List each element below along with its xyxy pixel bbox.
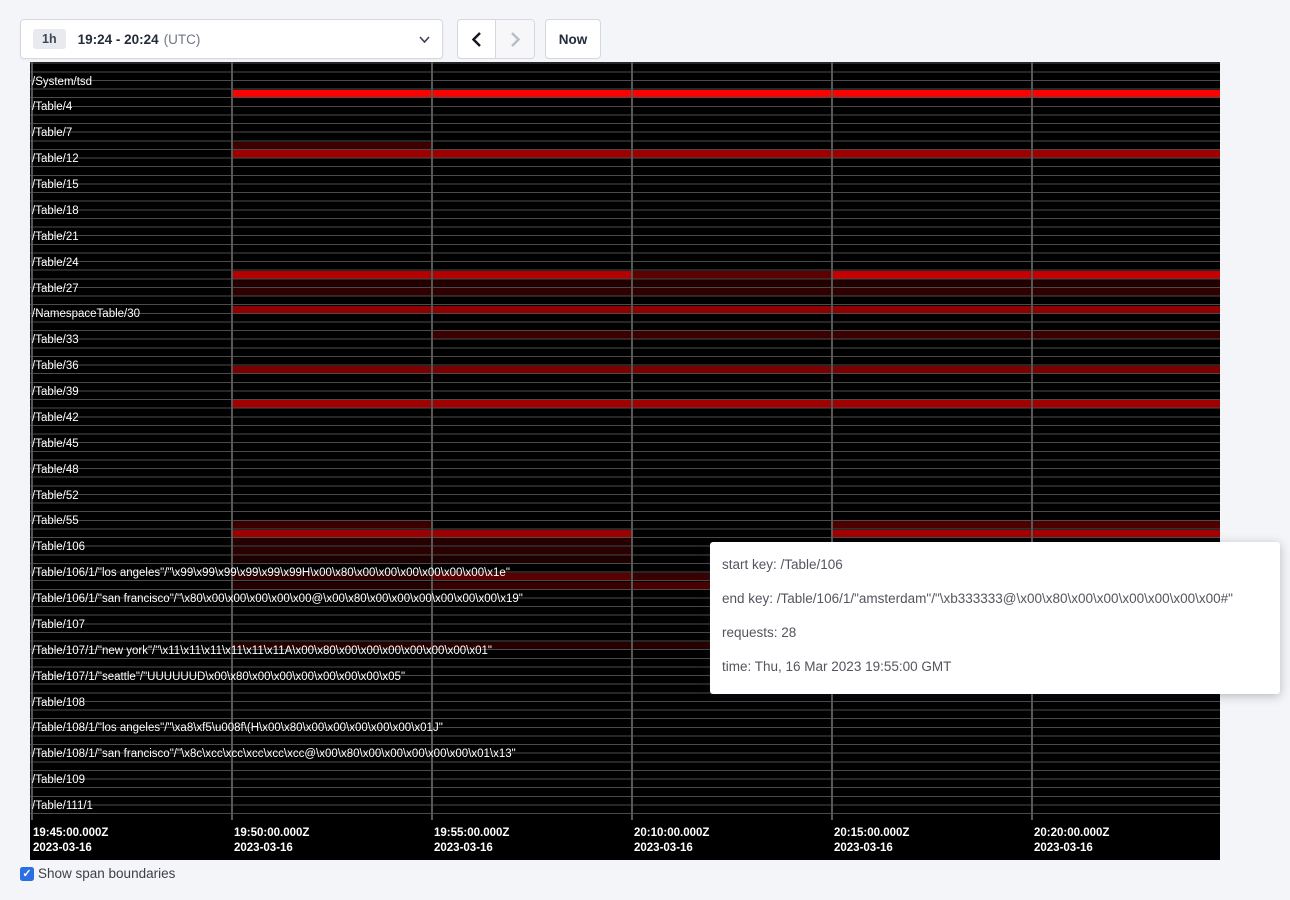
x-axis-tick: 19:50:00.000Z2023-03-16 xyxy=(234,826,309,856)
now-button[interactable]: Now xyxy=(545,19,601,59)
x-axis-tick-time: 20:20:00.000Z xyxy=(1034,826,1109,841)
span-key-label: /Table/111/1 xyxy=(32,800,93,813)
heatmap-band[interactable] xyxy=(231,142,431,150)
span-key-label: /Table/12 xyxy=(32,153,79,166)
heatmap-band[interactable] xyxy=(831,271,1220,279)
x-axis-tick: 20:15:00.000Z2023-03-16 xyxy=(834,826,909,856)
heatmap-band[interactable] xyxy=(431,331,1220,339)
span-key-label: /Table/24 xyxy=(32,257,79,270)
column-boundary-line xyxy=(831,62,833,820)
span-key-label: /Table/15 xyxy=(32,179,79,192)
span-tooltip: start key: /Table/106 end key: /Table/10… xyxy=(710,542,1280,694)
time-range-select[interactable]: 1h 19:24 - 20:24 (UTC) xyxy=(20,19,443,59)
span-key-label: /Table/107/1/"new york"/"\x11\x11\x11\x1… xyxy=(32,645,492,658)
heatmap-band[interactable] xyxy=(231,400,1220,408)
previous-interval-button[interactable] xyxy=(457,19,496,59)
tooltip-start-key: start key: /Table/106 xyxy=(722,557,1268,572)
span-key-label: /Table/33 xyxy=(32,334,79,347)
x-axis-tick-date: 2023-03-16 xyxy=(834,841,909,856)
chevron-down-icon xyxy=(419,36,430,43)
x-axis-tick: 19:45:00.000Z2023-03-16 xyxy=(33,826,108,856)
span-key-label: /Table/36 xyxy=(32,360,79,373)
span-key-label: /Table/18 xyxy=(32,205,79,218)
heatmap-band[interactable] xyxy=(231,582,431,590)
heatmap-horizontal-grid xyxy=(30,62,1220,816)
x-axis-tick-date: 2023-03-16 xyxy=(434,841,509,856)
heatmap-canvas[interactable]: /System/tsd/Table/4/Table/7/Table/12/Tab… xyxy=(30,62,1220,860)
time-range-zone: (UTC) xyxy=(164,32,201,47)
span-key-label: /Table/108 xyxy=(32,697,85,710)
x-axis-tick-time: 20:10:00.000Z xyxy=(634,826,709,841)
heatmap-band[interactable] xyxy=(631,573,710,581)
heatmap-band[interactable] xyxy=(231,280,1220,288)
span-key-label: /Table/7 xyxy=(32,127,72,140)
x-axis-tick: 20:20:00.000Z2023-03-16 xyxy=(1034,826,1109,856)
span-key-label: /Table/108/1/"san francisco"/"\x8c\xcc\x… xyxy=(32,748,516,761)
span-key-label: /Table/106 xyxy=(32,541,85,554)
chevron-left-icon xyxy=(472,32,481,47)
tooltip-end-key: end key: /Table/106/1/"amsterdam"/"\xb33… xyxy=(722,591,1268,606)
span-key-label: /Table/45 xyxy=(32,438,79,451)
heatmap-band[interactable] xyxy=(231,521,431,529)
heatmap-band[interactable] xyxy=(631,582,710,590)
heatmap-band[interactable] xyxy=(231,366,1220,374)
key-visualizer-page: 1h 19:24 - 20:24 (UTC) Now /System/tsd/T… xyxy=(0,0,1290,900)
span-key-label: /NamespaceTable/30 xyxy=(32,308,140,321)
column-boundary-line xyxy=(631,62,633,820)
show-span-boundaries-checkbox[interactable]: ✓ xyxy=(20,867,34,881)
span-key-label: /Table/48 xyxy=(32,464,79,477)
heatmap-band[interactable] xyxy=(231,150,1220,158)
span-key-label: /Table/55 xyxy=(32,515,79,528)
heatmap-band[interactable] xyxy=(231,306,1220,314)
tooltip-time: time: Thu, 16 Mar 2023 19:55:00 GMT xyxy=(722,659,1268,674)
x-axis-tick-date: 2023-03-16 xyxy=(33,841,108,856)
heatmap-band[interactable] xyxy=(831,521,1220,529)
heatmap-band[interactable] xyxy=(231,90,1220,98)
x-axis-tick-date: 2023-03-16 xyxy=(634,841,709,856)
x-axis-tick: 20:10:00.000Z2023-03-16 xyxy=(634,826,709,856)
span-key-label: /System/tsd xyxy=(32,76,92,89)
span-key-label: /Table/107 xyxy=(32,619,85,632)
x-axis-tick-time: 19:50:00.000Z xyxy=(234,826,309,841)
show-span-boundaries-control: ✓ Show span boundaries xyxy=(20,866,175,881)
heatmap-band[interactable] xyxy=(231,288,1220,296)
span-key-label: /Table/106/1/"san francisco"/"\x80\x00\x… xyxy=(32,593,523,606)
span-key-label: /Table/106/1/"los angeles"/"\x99\x99\x99… xyxy=(32,567,510,580)
span-key-label: /Table/52 xyxy=(32,490,79,503)
x-axis-tick-time: 19:55:00.000Z xyxy=(434,826,509,841)
heatmap-band[interactable] xyxy=(631,271,831,279)
span-key-label: /Table/109 xyxy=(32,774,85,787)
heatmap-band[interactable] xyxy=(831,530,1220,538)
show-span-boundaries-label[interactable]: Show span boundaries xyxy=(38,866,175,881)
x-axis-tick-time: 19:45:00.000Z xyxy=(33,826,108,841)
next-interval-button[interactable] xyxy=(496,19,535,59)
time-range-text: 19:24 - 20:24 xyxy=(78,32,159,47)
heatmap-band[interactable] xyxy=(431,582,631,590)
time-nav-group xyxy=(457,19,535,59)
x-axis-tick-date: 2023-03-16 xyxy=(234,841,309,856)
span-key-label: /Table/21 xyxy=(32,231,79,244)
span-key-label: /Table/42 xyxy=(32,412,79,425)
column-boundary-line xyxy=(231,62,233,820)
chevron-right-icon xyxy=(511,32,520,47)
duration-badge: 1h xyxy=(33,29,66,49)
tooltip-requests: requests: 28 xyxy=(722,625,1268,640)
span-key-label: /Table/4 xyxy=(32,101,72,114)
column-boundary-line xyxy=(1031,62,1033,820)
span-key-label: /Table/108/1/"los angeles"/"\xa8\xf5\u00… xyxy=(32,722,443,735)
x-axis-tick-date: 2023-03-16 xyxy=(1034,841,1109,856)
x-axis-tick-time: 20:15:00.000Z xyxy=(834,826,909,841)
span-key-label: /Table/27 xyxy=(32,283,79,296)
span-key-label: /Table/107/1/"seattle"/"UUUUUUD\x00\x80\… xyxy=(32,671,405,684)
x-axis-tick: 19:55:00.000Z2023-03-16 xyxy=(434,826,509,856)
span-key-label: /Table/39 xyxy=(32,386,79,399)
column-boundary-line xyxy=(431,62,433,820)
